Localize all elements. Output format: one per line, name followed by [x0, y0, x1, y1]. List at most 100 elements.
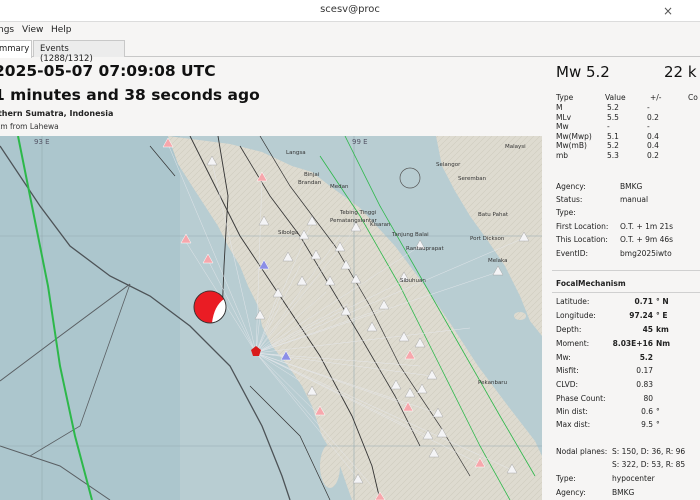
min-dist-unit: °	[656, 407, 660, 416]
agency-value: BMKG	[620, 182, 643, 191]
table-row[interactable]: Mw(Mwp) 5.1 0.4	[556, 132, 700, 142]
place-label: Brandan	[298, 180, 322, 186]
menu-bar: ngs View Help	[0, 22, 700, 39]
moment-unit: Nm	[656, 339, 671, 348]
window-title: scesv@proc	[320, 4, 380, 15]
place-label: Medan	[330, 184, 349, 190]
mw-value: 5.2	[639, 353, 653, 362]
grid-label-99e: 99 E	[352, 138, 368, 146]
longitude-value: 97.24	[629, 311, 653, 320]
elapsed-time: 1 minutes and 38 seconds ago	[0, 86, 260, 104]
first-location-value: O.T. + 1m 21s	[620, 222, 674, 231]
nodal-plane-2: S: 322, D: 53, R: 85	[612, 460, 686, 469]
phase-count-value: 80	[643, 394, 653, 403]
origin-time: 2025-05-07 07:09:08 UTC	[0, 62, 216, 80]
menu-view[interactable]: View	[22, 25, 43, 35]
mag-type: Mw(Mwp)	[556, 131, 592, 141]
focal-mechanism-beachball[interactable]	[193, 290, 227, 324]
clvd-value: 0.83	[636, 380, 653, 389]
mag-type: mb	[556, 150, 569, 160]
divider	[552, 270, 700, 271]
place-label: Tebing Tinggi	[339, 210, 377, 216]
table-row[interactable]: Mw(mB) 5.2 0.4	[556, 141, 700, 151]
mag-type: MLv	[556, 112, 572, 122]
this-location-value: O.T. + 9m 46s	[620, 235, 674, 244]
status-label: Status:	[556, 195, 583, 204]
mag-uncertainty: 0.4	[647, 141, 659, 150]
mag-type: Mw(mB)	[556, 141, 587, 150]
app-window: scesv@proc × ngs View Help mmary Events …	[0, 0, 700, 500]
tab-summary[interactable]: mmary	[0, 40, 32, 58]
magnitude-table-header: Type Value +/- Co	[556, 93, 700, 103]
header-type: Type	[556, 93, 574, 102]
event-id-label: EventID:	[556, 249, 588, 258]
max-dist-label: Max dist:	[556, 420, 591, 429]
agency-label: Agency:	[556, 182, 586, 191]
misfit-value: 0.17	[636, 366, 653, 375]
max-dist-unit: °	[656, 420, 660, 429]
min-dist-value: 0.6	[641, 407, 653, 416]
place-label: Batu Pahat	[478, 212, 509, 218]
moment-label: Moment:	[556, 339, 590, 348]
first-location-label: First Location:	[556, 222, 609, 231]
place-label: Melaka	[488, 258, 508, 264]
mag-uncertainty: -	[647, 103, 650, 112]
depth-label: Depth:	[556, 325, 582, 334]
misfit-label: Misfit:	[556, 366, 579, 375]
nodal-planes-label: Nodal planes:	[556, 447, 608, 456]
mag-value: 5.3	[607, 150, 619, 160]
this-location-label: This Location:	[556, 235, 608, 244]
menu-settings[interactable]: ngs	[0, 25, 14, 35]
latitude-value: 0.71	[634, 297, 653, 306]
depth-fm-value: 45	[642, 325, 653, 334]
region-name: rthern Sumatra, Indonesia	[0, 109, 114, 118]
fm-agency-label: Agency:	[556, 488, 586, 497]
nodal-plane-1: S: 150, D: 36, R: 96	[612, 447, 686, 456]
fm-type-label: Type:	[556, 474, 576, 483]
grid-label-93e: 93 E	[34, 138, 50, 146]
island	[514, 312, 526, 320]
clvd-label: CLVD:	[556, 380, 579, 389]
status-value: manual	[620, 195, 649, 204]
tab-bar: mmary Events (1288/1312)	[0, 39, 700, 64]
mag-value: 5.1	[607, 131, 619, 141]
latitude-label: Latitude:	[556, 297, 590, 306]
mag-uncertainty: 0.2	[647, 150, 659, 160]
place-label: Rantauprapat	[406, 246, 445, 252]
mag-type: M	[556, 103, 563, 112]
place-label: Pekanbaru	[478, 380, 507, 386]
depth-value: 22 k	[664, 63, 697, 81]
depth-unit: km	[656, 325, 669, 334]
place-label: Binjai	[304, 172, 320, 178]
fm-agency-value: BMKG	[612, 488, 635, 497]
place-label: Port Dickson	[470, 236, 505, 242]
mw-label: Mw:	[556, 353, 571, 362]
place-label: Seremban	[458, 176, 487, 182]
title-bar: scesv@proc ×	[0, 0, 700, 22]
deep-sea-area	[0, 136, 180, 500]
longitude-unit: ° E	[656, 311, 668, 320]
event-id-value: bmg2025iwto	[620, 249, 672, 258]
nearest-city-distance: km from Lahewa	[0, 122, 59, 131]
place-label: Kisaran	[370, 222, 391, 228]
mag-uncertainty: 0.2	[647, 112, 659, 122]
table-row[interactable]: Mw - -	[556, 122, 700, 132]
table-row[interactable]: MLv 5.5 0.2	[556, 113, 700, 123]
mag-type: Mw	[556, 122, 569, 131]
phase-count-label: Phase Count:	[556, 394, 606, 403]
longitude-label: Longitude:	[556, 311, 596, 320]
menu-help[interactable]: Help	[51, 25, 72, 35]
header-uncertainty: +/-	[650, 93, 662, 102]
tab-events[interactable]: Events (1288/1312)	[33, 40, 125, 64]
table-row[interactable]: M 5.2 -	[556, 103, 700, 113]
place-label: Malaysi	[505, 144, 526, 150]
divider	[552, 292, 700, 293]
place-label: Langsa	[286, 150, 306, 156]
close-icon[interactable]: ×	[660, 3, 676, 19]
table-row[interactable]: mb 5.3 0.2	[556, 151, 700, 161]
map-canvas[interactable]: 93 E 99 E Langsa Binjai Brandan Medan Si…	[0, 136, 542, 500]
mag-value: 5.2	[607, 141, 619, 150]
mag-value: 5.2	[607, 103, 619, 112]
event-map[interactable]: 93 E 99 E Langsa Binjai Brandan Medan Si…	[0, 136, 542, 500]
header-value: Value	[605, 93, 626, 102]
